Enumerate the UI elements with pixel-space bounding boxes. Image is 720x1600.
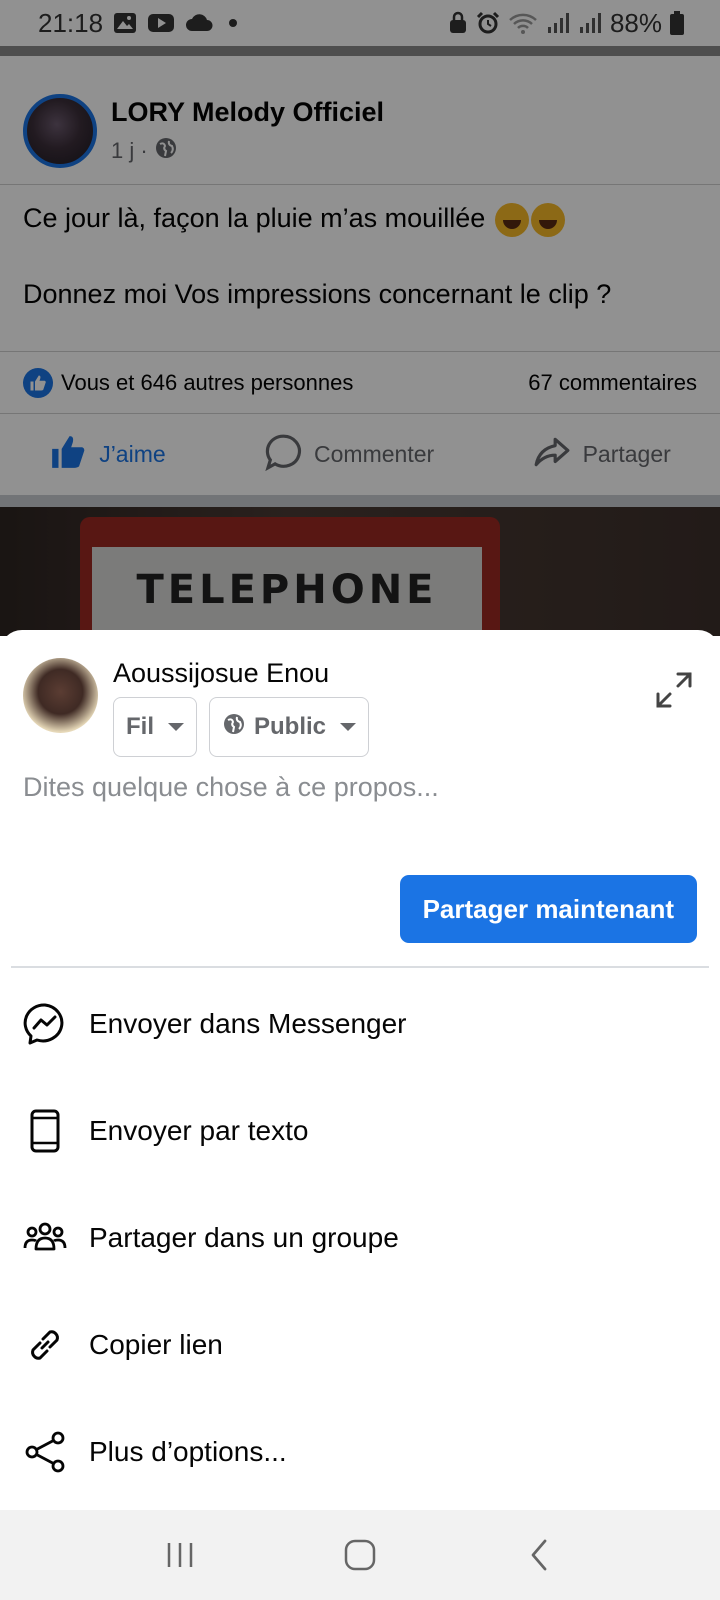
- option-label: Envoyer dans Messenger: [89, 1007, 407, 1039]
- option-label: Copier lien: [89, 1328, 223, 1360]
- caret-down-icon: [340, 723, 357, 731]
- caret-down-icon: [168, 723, 184, 731]
- expand-button[interactable]: [654, 670, 694, 710]
- share-icon: [23, 1430, 67, 1474]
- option-text-message[interactable]: Envoyer par texto: [0, 1077, 720, 1184]
- globe-icon: [222, 712, 246, 743]
- home-icon: [344, 1539, 376, 1571]
- share-now-button[interactable]: Partager maintenant: [399, 875, 697, 943]
- audience-label: Public: [254, 713, 327, 740]
- share-text-input[interactable]: [23, 765, 697, 809]
- link-icon: [23, 1323, 67, 1367]
- divider: [11, 966, 709, 968]
- composer-header: Aoussijosue Enou Fil Public: [0, 630, 720, 757]
- recent-apps-button[interactable]: [150, 1525, 210, 1585]
- audience-selector[interactable]: Public: [209, 697, 370, 757]
- option-messenger[interactable]: Envoyer dans Messenger: [0, 970, 720, 1077]
- option-label: Envoyer par texto: [89, 1114, 309, 1146]
- option-label: Partager dans un groupe: [89, 1221, 399, 1253]
- share-options-list: Envoyer dans Messenger Envoyer par texto…: [0, 970, 720, 1505]
- messenger-icon: [23, 1002, 67, 1046]
- recent-apps-icon: [167, 1543, 193, 1567]
- user-name: Aoussijosue Enou: [113, 658, 330, 688]
- expand-icon: [656, 672, 692, 708]
- home-button[interactable]: [330, 1525, 390, 1585]
- phone-icon: [23, 1109, 67, 1153]
- group-icon: [23, 1216, 67, 1260]
- back-icon: [531, 1539, 547, 1571]
- share-sheet: Aoussijosue Enou Fil Public Partager m: [0, 630, 720, 1510]
- dim-overlay[interactable]: [0, 0, 720, 636]
- option-copy-link[interactable]: Copier lien: [0, 1291, 720, 1398]
- option-label: Plus d’options...: [89, 1435, 287, 1467]
- back-button[interactable]: [510, 1525, 570, 1585]
- destination-selector[interactable]: Fil: [113, 697, 197, 757]
- user-avatar: [23, 658, 98, 733]
- destination-label: Fil: [126, 713, 154, 740]
- system-nav-bar: [0, 1510, 720, 1600]
- option-more[interactable]: Plus d’options...: [0, 1398, 720, 1505]
- option-group[interactable]: Partager dans un groupe: [0, 1184, 720, 1291]
